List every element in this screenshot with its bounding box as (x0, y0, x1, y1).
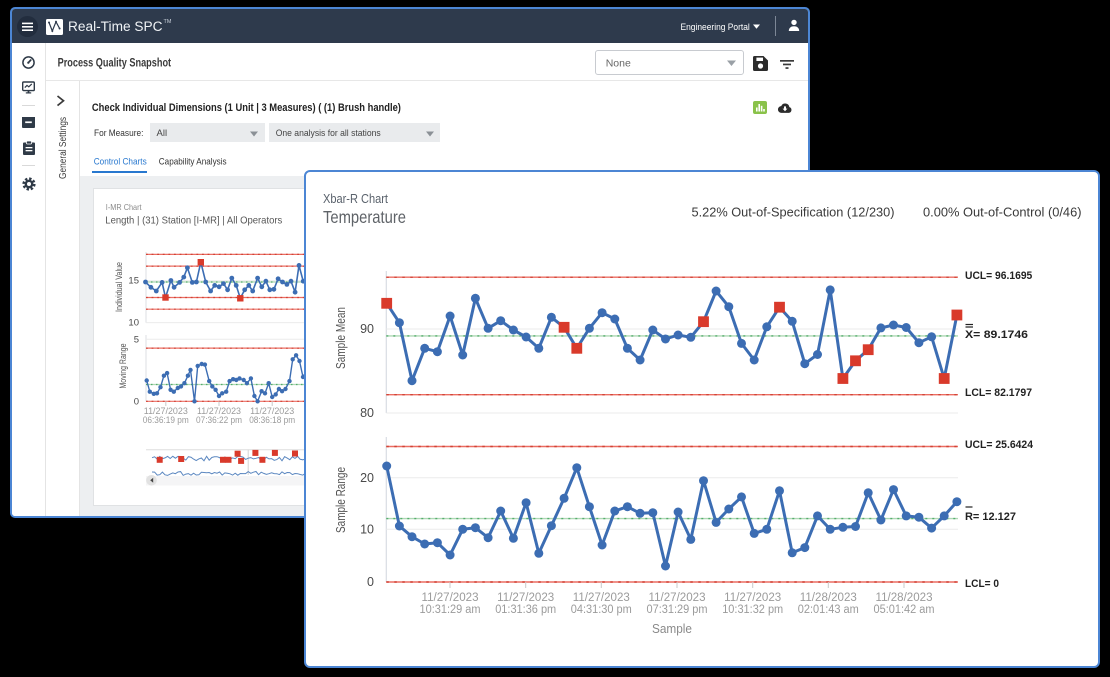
svg-text:All: All (157, 128, 168, 139)
svg-text:X= 89.1746: X= 89.1746 (965, 329, 1028, 341)
svg-text:90: 90 (360, 322, 374, 336)
svg-text:LCL= 0: LCL= 0 (965, 578, 999, 590)
svg-text:10:31:29 am: 10:31:29 am (420, 604, 481, 616)
svg-text:UCL= 96.1695: UCL= 96.1695 (965, 270, 1032, 282)
svg-text:5: 5 (134, 334, 139, 345)
svg-text:Temperature: Temperature (323, 207, 406, 227)
svg-text:06:36:19 pm: 06:36:19 pm (143, 415, 189, 425)
svg-text:I-MR Chart: I-MR Chart (106, 202, 142, 212)
svg-text:General Settings: General Settings (58, 117, 69, 179)
svg-text:11/27/2023: 11/27/2023 (422, 592, 479, 604)
svg-text:10: 10 (360, 522, 374, 536)
svg-text:Engineering Portal: Engineering Portal (681, 22, 750, 33)
svg-text:01:31:36 pm: 01:31:36 pm (495, 604, 556, 616)
svg-text:11/27/2023: 11/27/2023 (573, 592, 630, 604)
svg-text:LCL= 82.1797: LCL= 82.1797 (965, 387, 1032, 399)
svg-text:07:31:29 pm: 07:31:29 pm (647, 604, 708, 616)
svg-text:Xbar-R Chart: Xbar-R Chart (323, 192, 388, 206)
svg-text:Capability Analysis: Capability Analysis (159, 157, 227, 168)
svg-text:Sample Mean: Sample Mean (334, 307, 348, 369)
svg-text:04:31:30 pm: 04:31:30 pm (571, 604, 632, 616)
svg-text:5.22% Out-of-Specification (12: 5.22% Out-of-Specification (12/230) (692, 205, 895, 220)
svg-text:11/27/2023: 11/27/2023 (497, 592, 554, 604)
svg-text:11/28/2023: 11/28/2023 (876, 592, 933, 604)
svg-text:15: 15 (128, 276, 139, 287)
svg-text:UCL= 25.6424: UCL= 25.6424 (965, 439, 1034, 451)
svg-text:08:36:18 pm: 08:36:18 pm (249, 415, 295, 425)
svg-text:Sample: Sample (652, 622, 692, 636)
svg-text:Length | (31) Station [I-MR] |: Length | (31) Station [I-MR] | All Opera… (105, 215, 282, 227)
svg-text:11/27/2023: 11/27/2023 (649, 592, 706, 604)
svg-text:None: None (606, 58, 631, 70)
svg-text:0: 0 (367, 575, 374, 589)
svg-text:Real-Time SPC: Real-Time SPC (68, 19, 163, 34)
svg-text:02:01:43 am: 02:01:43 am (798, 604, 859, 616)
svg-text:10:31:32 pm: 10:31:32 pm (722, 604, 783, 616)
svg-text:Process Quality Snapshot: Process Quality Snapshot (58, 56, 172, 70)
svg-text:10: 10 (128, 318, 139, 329)
svg-text:11/28/2023: 11/28/2023 (800, 592, 857, 604)
svg-text:R= 12.127: R= 12.127 (965, 511, 1016, 523)
svg-text:Sample Range: Sample Range (334, 467, 348, 533)
svg-text:20: 20 (360, 471, 374, 485)
svg-text:Check Individual Dimensions (1: Check Individual Dimensions (1 Unit | 3 … (92, 102, 401, 114)
svg-text:0: 0 (134, 396, 139, 407)
svg-text:TM: TM (164, 19, 172, 25)
svg-text:0.00% Out-of-Control (0/46): 0.00% Out-of-Control (0/46) (923, 205, 1082, 220)
svg-text:Control Charts: Control Charts (94, 157, 147, 168)
svg-text:05:01:42 am: 05:01:42 am (874, 604, 935, 616)
svg-text:11/27/2023: 11/27/2023 (724, 592, 781, 604)
svg-text:For Measure:: For Measure: (94, 128, 143, 139)
svg-text:Individual Value: Individual Value (114, 262, 124, 312)
svg-text:07:36:22 pm: 07:36:22 pm (196, 415, 242, 425)
svg-text:One analysis for all stations: One analysis for all stations (276, 128, 381, 139)
svg-text:Moving Range: Moving Range (118, 343, 128, 388)
svg-text:80: 80 (360, 406, 374, 420)
